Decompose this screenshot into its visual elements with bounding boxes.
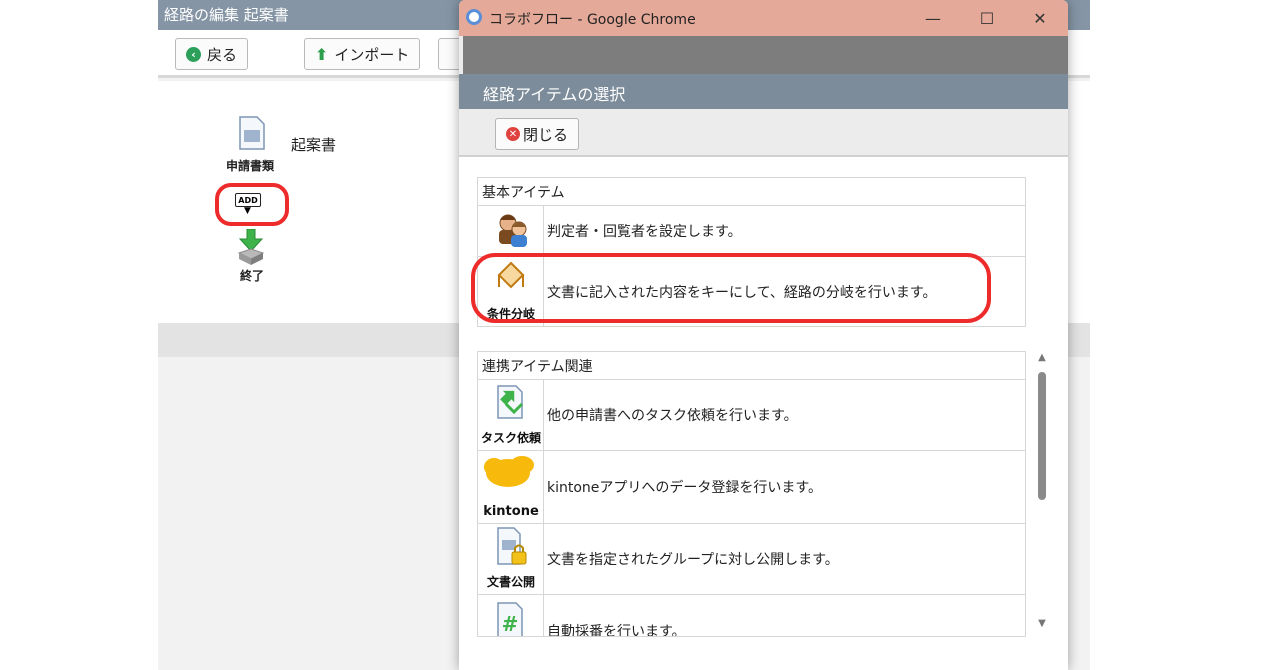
application-label: 申請書類: [226, 159, 275, 173]
icon-caption: タスク依頼: [480, 431, 541, 445]
svg-text:#: #: [502, 612, 519, 636]
close-icon: ✕: [506, 127, 520, 141]
dialog-body: 基本アイテム 判定者・回覧者を設定します。 条件分岐 文書に記入された内容をキー…: [459, 157, 1068, 670]
end-icon: [237, 229, 265, 265]
list-item-kintone[interactable]: kintone kintoneアプリへのデータ登録を行います。: [478, 451, 1025, 524]
scroll-thumb[interactable]: [1038, 372, 1046, 500]
item-description: 文書を指定されたグループに対し公開します。: [547, 552, 839, 568]
back-button[interactable]: ‹ 戻る: [175, 38, 249, 70]
back-arrow-icon: ‹: [186, 46, 201, 62]
item-description: 自動採番を行います。: [547, 623, 686, 637]
list-item-task-request[interactable]: タスク依頼 他の申請書へのタスク依頼を行います。: [478, 380, 1025, 451]
task-request-icon: タスク依頼: [478, 380, 544, 450]
document-icon: [239, 116, 265, 150]
list-item-approver[interactable]: 判定者・回覧者を設定します。: [478, 206, 1025, 257]
address-bar: [463, 36, 1068, 74]
item-description: 他の申請書へのタスク依頼を行います。: [547, 408, 798, 424]
dialog-title: 経路アイテムの選択: [459, 74, 1068, 109]
kintone-icon: kintone: [478, 451, 544, 523]
users-icon: [478, 206, 544, 256]
item-description: 判定者・回覧者を設定します。: [547, 224, 742, 240]
item-description: kintoneアプリへのデータ登録を行います。: [547, 480, 823, 496]
list-item-auto-numbering[interactable]: # 自動採番を行います。: [478, 595, 1025, 637]
auto-numbering-icon: #: [478, 595, 544, 636]
scroll-up-icon[interactable]: ▲: [1035, 352, 1049, 366]
dialog-toolbar: ✕ 閉じる: [459, 109, 1068, 157]
section-title: 連携アイテム関連: [478, 352, 1025, 380]
window-title: コラボフロー - Google Chrome: [489, 12, 696, 28]
icon-caption: 文書公開: [486, 575, 535, 589]
maximize-icon[interactable]: ☐: [964, 5, 1010, 31]
section-title: 基本アイテム: [478, 178, 1025, 206]
route-document-name: 起案書: [291, 136, 337, 154]
end-label: 終了: [240, 269, 265, 283]
document-publish-icon: 文書公開: [478, 524, 544, 594]
minimize-icon[interactable]: —: [910, 5, 956, 31]
list-item-document-publish[interactable]: 文書公開 文書を指定されたグループに対し公開します。: [478, 524, 1025, 595]
scroll-down-icon[interactable]: ▼: [1035, 618, 1049, 632]
chrome-title-bar: コラボフロー - Google Chrome — ☐ ✕: [459, 0, 1068, 36]
import-label: インポート: [334, 45, 410, 64]
close-label: 閉じる: [523, 125, 569, 144]
condition-branch-highlight-circle: [471, 253, 991, 323]
icon-caption: kintone: [483, 504, 539, 519]
close-button[interactable]: ✕ 閉じる: [495, 118, 580, 150]
integration-items-section: 連携アイテム関連 タスク依頼 他の申請書へのタスク依頼を行います。 kinton…: [477, 351, 1026, 637]
close-window-icon[interactable]: ✕: [1017, 5, 1063, 31]
route-item-selection-popup: コラボフロー - Google Chrome — ☐ ✕ 経路アイテムの選択 ✕…: [459, 0, 1068, 670]
import-button[interactable]: ⬆ インポート: [304, 38, 421, 70]
back-label: 戻る: [207, 45, 238, 64]
upload-icon: ⬆: [315, 44, 329, 64]
app-logo-icon: [466, 9, 482, 25]
add-highlight-circle: [215, 183, 289, 226]
scrollbar[interactable]: ▲ ▼: [1035, 352, 1049, 637]
